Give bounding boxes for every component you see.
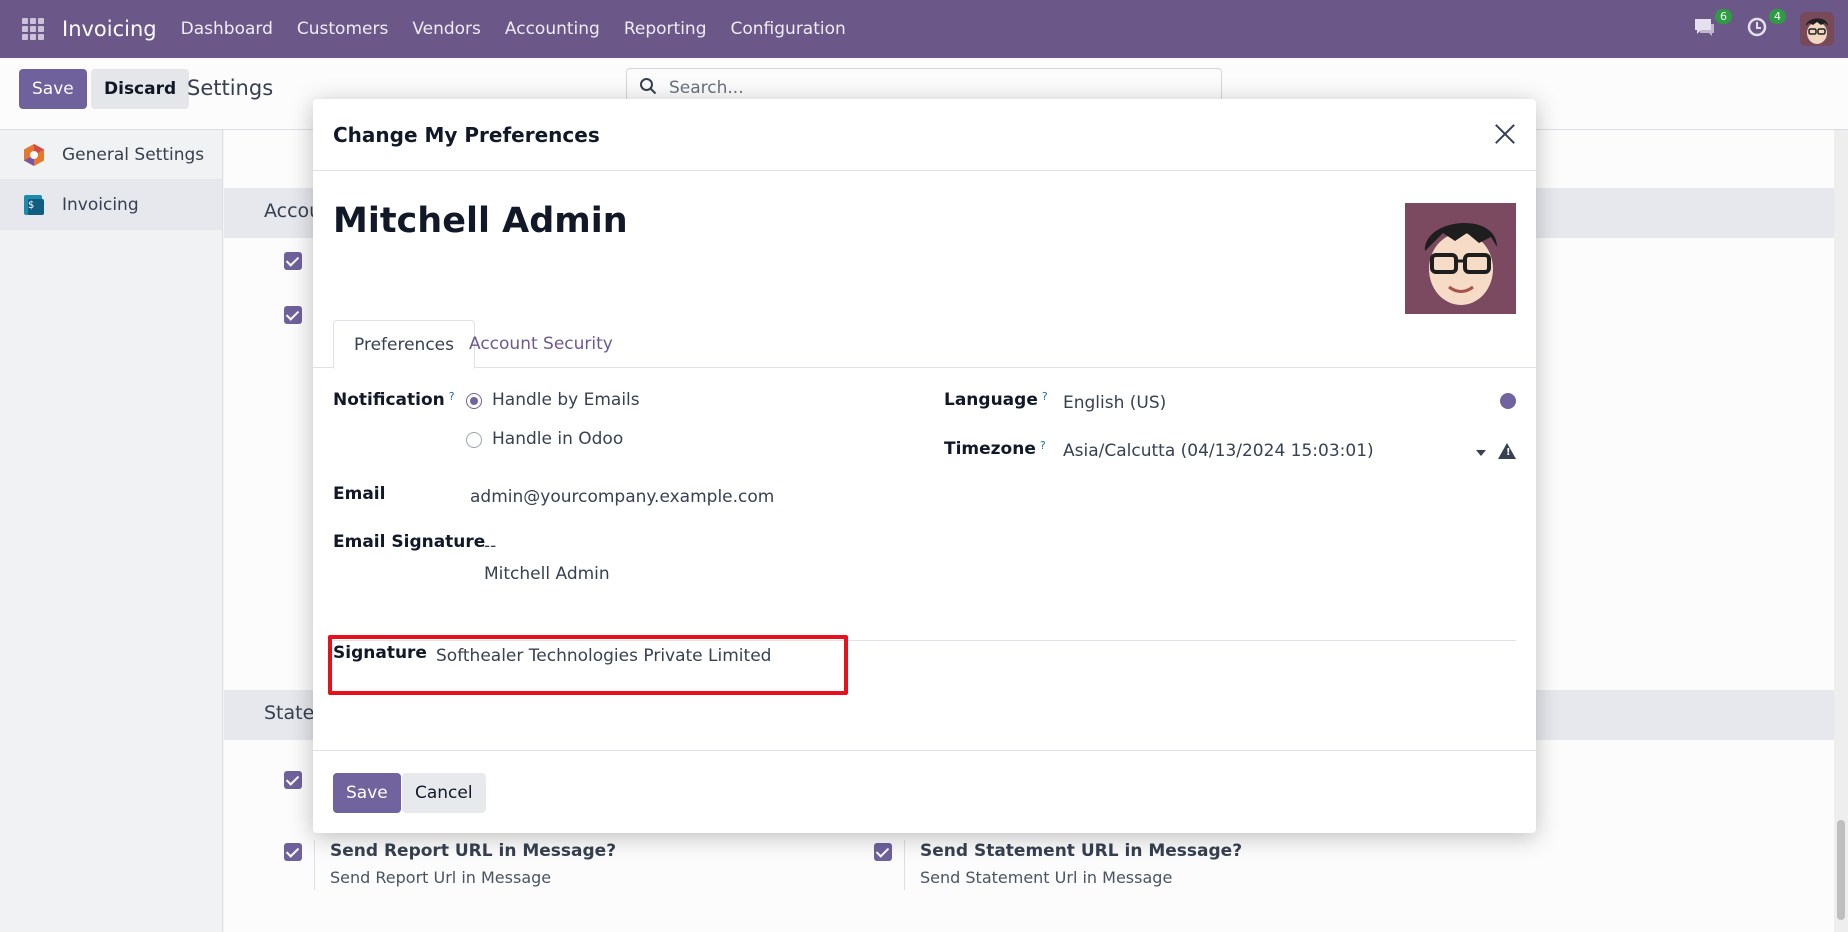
dialog-title: Change My Preferences <box>333 122 600 147</box>
signature-highlight-box <box>328 635 848 695</box>
timezone-select[interactable]: Asia/Calcutta (04/13/2024 15:03:01) <box>1063 441 1374 461</box>
handle-in-odoo-radio[interactable] <box>466 432 482 448</box>
email-signature-line1[interactable]: -- <box>484 536 496 556</box>
help-icon[interactable]: ? <box>449 390 455 403</box>
dialog-tabs: Preferences Account Security <box>313 320 1536 369</box>
notification-label: Notification? <box>333 390 455 410</box>
save-button[interactable]: Save <box>333 773 401 813</box>
warning-icon: ! <box>1498 443 1516 459</box>
cancel-button[interactable]: Cancel <box>402 773 486 813</box>
handle-in-odoo-label[interactable]: Handle in Odoo <box>492 429 623 449</box>
dialog-header: Change My Preferences <box>313 99 1536 171</box>
email-signature-label: Email Signature <box>333 532 486 552</box>
preferences-dialog: Change My Preferences Mitchell Admin Pre… <box>313 99 1536 833</box>
help-icon[interactable]: ? <box>1040 439 1046 452</box>
tab-account-security[interactable]: Account Security <box>449 320 633 368</box>
language-select[interactable]: English (US) <box>1063 393 1166 413</box>
language-label: Language? <box>944 390 1048 410</box>
email-field[interactable]: admin@yourcompany.example.com <box>470 487 774 507</box>
email-signature-line2[interactable]: Mitchell Admin <box>484 564 610 584</box>
chevron-down-icon[interactable] <box>1476 450 1486 456</box>
email-label: Email <box>333 484 386 504</box>
handle-by-emails-label[interactable]: Handle by Emails <box>492 390 640 410</box>
help-icon[interactable]: ? <box>1042 390 1048 403</box>
handle-by-emails-radio[interactable] <box>466 393 482 409</box>
user-name: Mitchell Admin <box>333 201 628 241</box>
globe-icon[interactable] <box>1500 393 1516 409</box>
dialog-footer: Save Cancel <box>313 750 1536 833</box>
close-icon[interactable] <box>1492 121 1518 147</box>
timezone-label: Timezone? <box>944 439 1046 459</box>
user-photo[interactable] <box>1405 203 1516 314</box>
